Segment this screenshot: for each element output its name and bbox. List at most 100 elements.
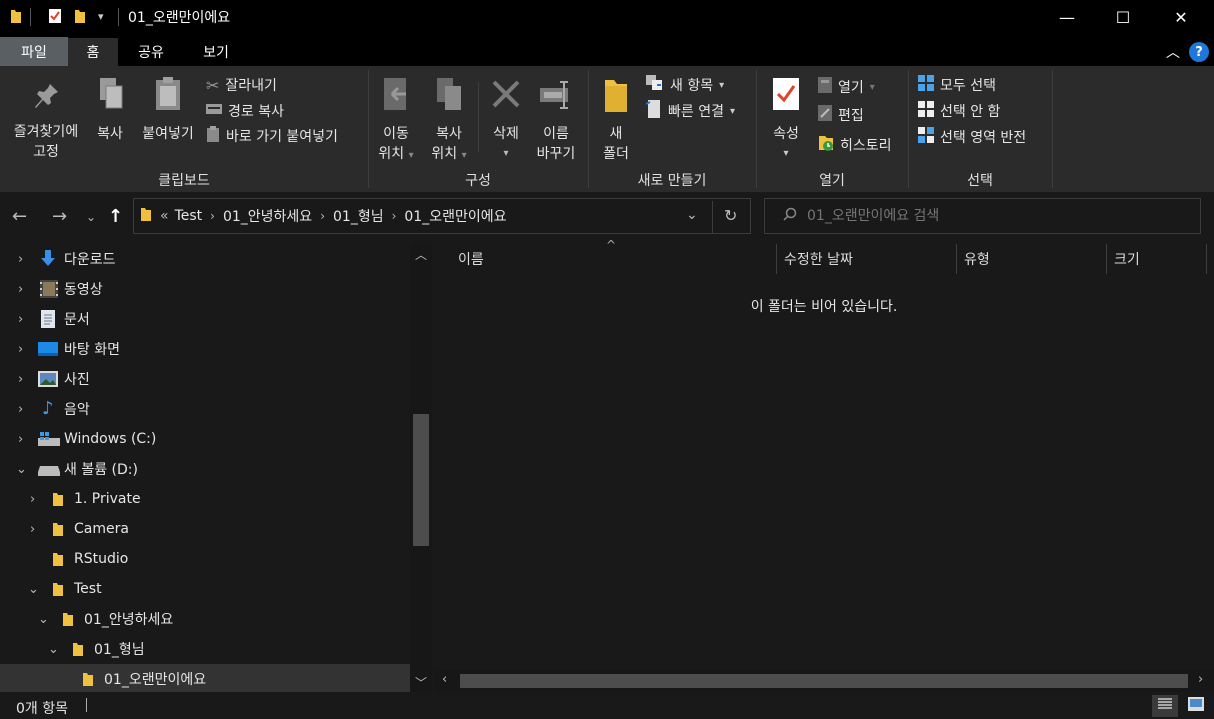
tab-share[interactable]: 공유 xyxy=(120,38,182,66)
chevron-right-icon[interactable]: › xyxy=(18,342,23,357)
tree-item-music[interactable]: › ♪ 음악 xyxy=(0,394,410,424)
chevron-right-icon[interactable]: › xyxy=(18,402,23,417)
tab-view[interactable]: 보기 xyxy=(186,38,246,66)
chevron-right-icon[interactable]: › xyxy=(18,432,23,447)
tree-item-windows-c[interactable]: › Windows (C:) xyxy=(0,424,410,454)
breadcrumb-item[interactable]: 01_안녕하세요 xyxy=(223,206,312,226)
chevron-right-icon[interactable]: › xyxy=(30,522,35,537)
properties-qa-icon[interactable] xyxy=(48,8,62,28)
chevron-down-icon[interactable]: ⌄ xyxy=(38,612,49,627)
tab-home[interactable]: 홈 xyxy=(68,38,118,66)
column-divider[interactable] xyxy=(1206,244,1207,274)
column-header-size[interactable]: 크기 xyxy=(1114,244,1140,274)
minimize-button[interactable]: — xyxy=(1044,0,1090,34)
tree-item-camera[interactable]: › Camera xyxy=(0,514,410,544)
scroll-right-icon[interactable]: › xyxy=(1198,672,1203,687)
chevron-down-icon[interactable]: ⌄ xyxy=(48,642,59,657)
breadcrumb-item[interactable]: Test xyxy=(175,208,203,224)
tree-item-label: 음악 xyxy=(64,402,90,418)
new-folder-button[interactable]: 새 폴더 xyxy=(596,76,636,164)
recent-locations-chevron-icon[interactable]: ⌄ xyxy=(86,210,96,224)
rename-button[interactable]: 이름 바꾸기 xyxy=(530,76,582,164)
help-icon[interactable]: ? xyxy=(1189,42,1209,62)
properties-button[interactable]: 속성 ▾ xyxy=(764,76,808,164)
chevron-right-icon[interactable]: › xyxy=(30,492,35,507)
close-button[interactable]: ✕ xyxy=(1158,0,1204,34)
chevron-right-icon[interactable]: › xyxy=(18,372,23,387)
maximize-button[interactable]: ☐ xyxy=(1100,0,1146,34)
scrollbar-thumb[interactable] xyxy=(460,674,1188,688)
column-header-name[interactable]: 이름 xyxy=(458,244,484,274)
customize-qa-icon[interactable]: ▾ xyxy=(98,10,104,23)
tree-item-downloads[interactable]: › 다운로드 xyxy=(0,244,410,274)
chevron-down-icon[interactable]: ⌄ xyxy=(16,462,27,477)
collapse-ribbon-icon[interactable]: ︿ xyxy=(1166,42,1180,62)
search-box[interactable] xyxy=(764,198,1201,234)
column-divider[interactable] xyxy=(1106,244,1107,274)
nav-pane-scrollbar[interactable]: ︿ ﹀ xyxy=(410,244,432,692)
scroll-left-icon[interactable]: ‹ xyxy=(442,672,447,687)
cut-button[interactable]: ✂ 잘라내기 xyxy=(206,74,277,96)
chevron-right-icon[interactable]: › xyxy=(18,312,23,327)
column-divider[interactable] xyxy=(776,244,777,274)
scrollbar-thumb[interactable] xyxy=(413,414,429,546)
chevron-right-icon[interactable]: › xyxy=(18,252,23,267)
tree-item-pictures[interactable]: › 사진 xyxy=(0,364,410,394)
search-input[interactable] xyxy=(807,208,1187,224)
chevron-right-icon[interactable]: › xyxy=(392,209,397,223)
properties-label: 속성 xyxy=(773,126,799,142)
chevron-right-icon[interactable]: › xyxy=(210,209,215,223)
minimize-icon: — xyxy=(1059,7,1075,27)
invert-selection-button[interactable]: 선택 영역 반전 xyxy=(918,126,1026,148)
breadcrumb-overflow[interactable]: « xyxy=(160,208,169,224)
edit-button[interactable]: 편집 xyxy=(818,104,864,126)
search-icon xyxy=(783,207,797,225)
tree-item-private[interactable]: › 1. Private xyxy=(0,484,410,514)
breadcrumb-item[interactable]: 01_오랜만이에요 xyxy=(404,206,506,226)
scroll-up-icon[interactable]: ︿ xyxy=(415,246,427,263)
history-button[interactable]: 히스토리 xyxy=(818,134,892,156)
select-none-button[interactable]: 선택 안 함 xyxy=(918,100,1000,122)
easy-access-button[interactable]: 빠른 연결 ▾ xyxy=(645,100,735,122)
new-folder-qa-icon[interactable] xyxy=(74,8,86,28)
tree-item-desktop[interactable]: › 바탕 화면 xyxy=(0,334,410,364)
forward-arrow-icon[interactable]: → xyxy=(52,206,67,227)
address-bar[interactable]: « Test › 01_안녕하세요 › 01_형님 › 01_오랜만이에요 ⌄ … xyxy=(133,198,751,234)
tree-item-volume-d[interactable]: ⌄ 새 볼륨 (D:) xyxy=(0,454,410,484)
tree-item-hello[interactable]: ⌄ 01_안녕하세요 xyxy=(0,604,410,634)
chevron-down-icon[interactable]: ⌄ xyxy=(28,582,39,597)
paste-button[interactable]: 붙여넣기 xyxy=(136,76,200,144)
details-view-button[interactable] xyxy=(1152,695,1178,717)
content-horizontal-scrollbar[interactable]: ‹ › xyxy=(434,670,1214,692)
copy-path-button[interactable]: 경로 복사 xyxy=(206,100,284,122)
back-arrow-icon[interactable]: ← xyxy=(12,206,27,227)
chevron-right-icon[interactable]: › xyxy=(18,282,23,297)
tree-item-videos[interactable]: › 동영상 xyxy=(0,274,410,304)
chevron-right-icon[interactable]: › xyxy=(320,209,325,223)
address-history-chevron-icon[interactable]: ⌄ xyxy=(686,207,698,223)
column-header-type[interactable]: 유형 xyxy=(964,244,990,274)
scroll-down-icon[interactable]: ﹀ xyxy=(415,674,427,691)
tree-item-long-time[interactable]: 01_오랜만이에요 xyxy=(0,664,410,694)
delete-button[interactable]: 삭제 ▾ xyxy=(484,76,528,164)
tab-file[interactable]: 파일 xyxy=(0,37,68,66)
tree-item-documents[interactable]: › 문서 xyxy=(0,304,410,334)
paste-shortcut-button[interactable]: 바로 가기 붙여넣기 xyxy=(206,125,338,147)
copy-button[interactable]: 복사 xyxy=(88,76,132,144)
move-to-button[interactable]: 이동 위치 ▾ xyxy=(372,76,420,166)
open-button[interactable]: 열기 ▾ xyxy=(818,76,875,98)
invert-selection-label: 선택 영역 반전 xyxy=(940,130,1027,146)
new-item-button[interactable]: 새 항목 ▾ xyxy=(646,74,724,96)
up-arrow-icon[interactable]: ↑ xyxy=(108,206,123,227)
large-icons-view-button[interactable] xyxy=(1184,695,1208,717)
copy-to-button[interactable]: 복사 위치 ▾ xyxy=(424,76,474,166)
pin-to-quick-access-button[interactable]: 즐겨찾기에 고정 xyxy=(6,80,86,162)
tree-item-brother[interactable]: ⌄ 01_형님 xyxy=(0,634,410,664)
column-divider[interactable] xyxy=(956,244,957,274)
column-header-modified[interactable]: 수정한 날짜 xyxy=(784,244,853,274)
select-all-button[interactable]: 모두 선택 xyxy=(918,74,996,96)
refresh-icon[interactable]: ↻ xyxy=(724,206,737,225)
breadcrumb-item[interactable]: 01_형님 xyxy=(333,206,384,226)
tree-item-test[interactable]: ⌄ Test xyxy=(0,574,410,604)
tree-item-rstudio[interactable]: RStudio xyxy=(0,544,410,574)
